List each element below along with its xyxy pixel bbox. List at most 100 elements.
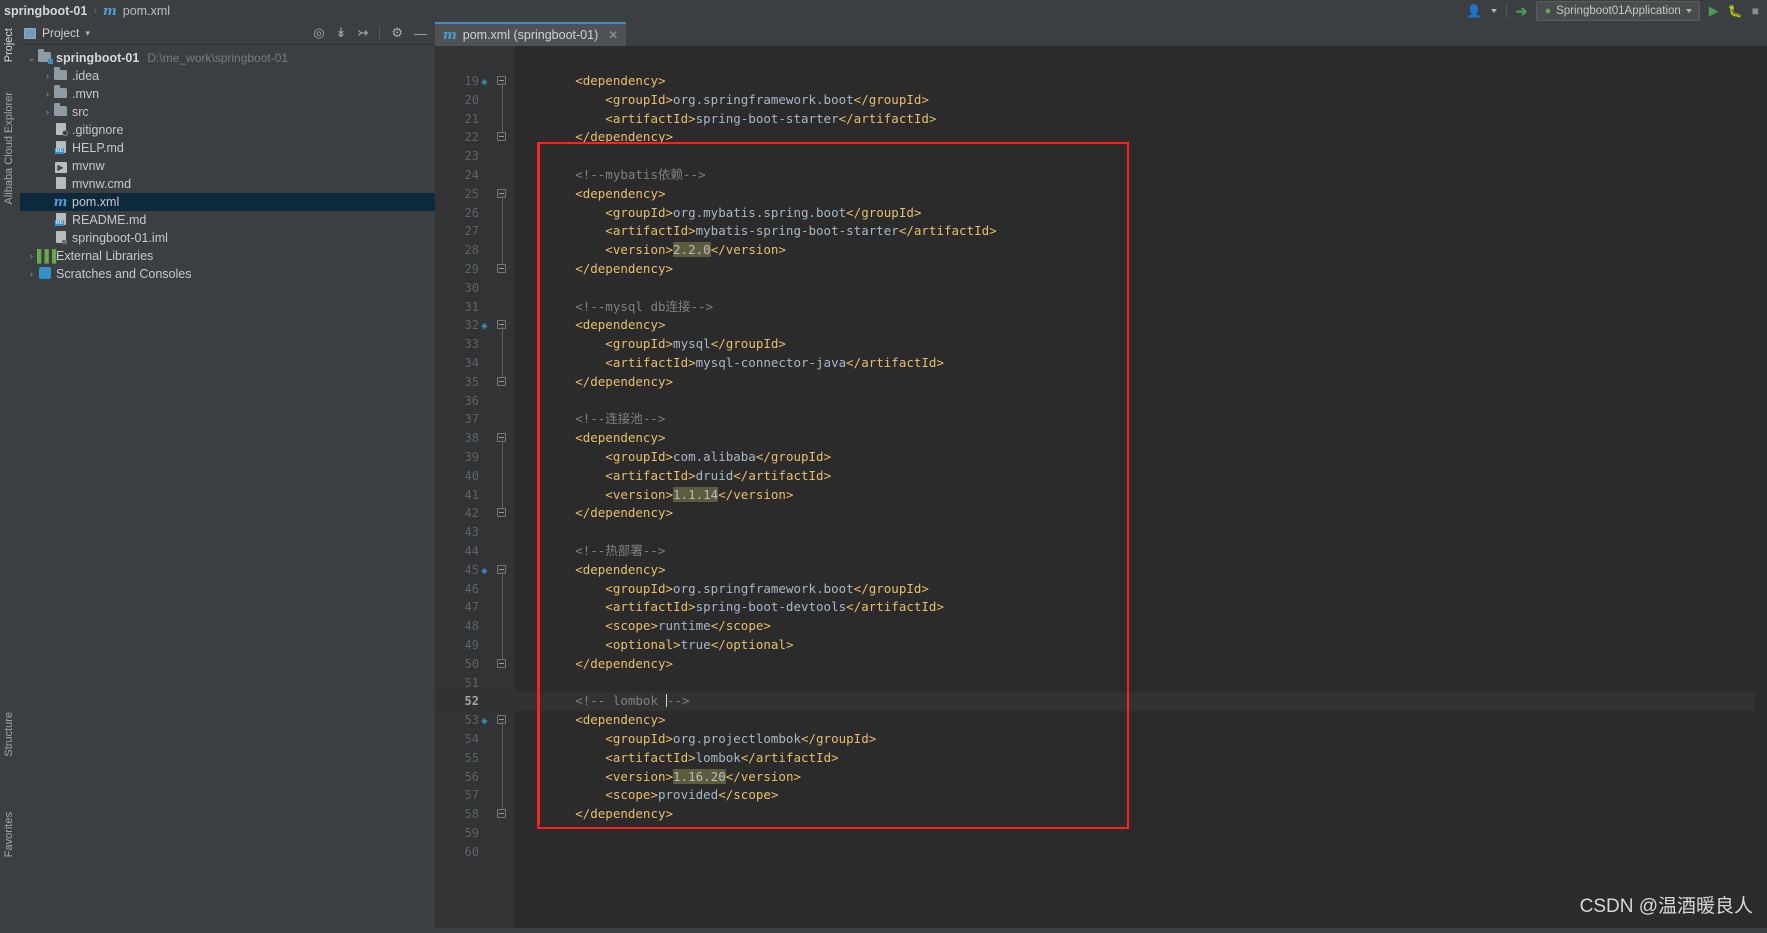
code-line[interactable]: <scope>runtime</scope> [515,617,771,636]
code-line[interactable]: <!--mysql db连接--> [515,298,713,317]
code-folding-gutter[interactable] [493,46,515,928]
fold-end-icon[interactable] [497,809,508,820]
fold-connector-line [502,439,503,509]
chevron-right-icon[interactable]: › [42,107,53,117]
tree-item-path: D:\me_work\springboot-01 [147,51,289,65]
code-line[interactable]: <version>2.2.0</version> [515,241,786,260]
project-panel-header: Project ▾ ◎ ↡ ↣ ⚙ — [20,22,435,45]
tree-item-external-libraries[interactable]: › ▌▌▌ External Libraries [20,247,435,265]
line-number: 55 [464,750,479,765]
code-line[interactable]: <version>1.16.20</version> [515,768,801,787]
hide-window-icon[interactable]: — [414,26,427,41]
code-editor[interactable]: 19 ◈ <dependency> 20 <groupId>org.springfr… [435,46,1767,928]
fold-end-icon[interactable] [497,264,508,275]
spring-bean-gutter-icon[interactable]: ◈ [481,75,493,88]
code-line[interactable]: <artifactId>spring-boot-starter</artifac… [515,110,936,129]
breadcrumb-file[interactable]: pom.xml [123,4,170,18]
stripe-item-favorites[interactable]: Favorites [3,812,15,857]
code-line[interactable]: <optional>true</optional> [515,636,793,655]
tree-item--gitignore[interactable]: .gitignore [20,121,435,139]
chevron-right-icon[interactable]: › [26,251,37,261]
code-line[interactable]: <groupId>mysql</groupId> [515,335,786,354]
code-line[interactable]: <version>1.1.14</version> [515,486,793,505]
code-line[interactable]: <groupId>org.springframework.boot</group… [515,580,929,599]
code-line[interactable]: <artifactId>spring-boot-devtools</artifa… [515,598,944,617]
expand-all-icon[interactable]: ↡ [336,25,347,41]
tree-item-label: External Libraries [56,249,154,263]
fold-end-icon[interactable] [497,132,508,143]
code-line[interactable]: <artifactId>druid</artifactId> [515,467,831,486]
project-title-group[interactable]: Project ▾ [24,26,90,40]
tree-item-scratches-and-consoles[interactable]: › Scratches and Consoles [20,265,435,283]
breadcrumb-project[interactable]: springboot-01 [4,4,87,18]
run-configuration-selector[interactable]: ● Springboot01Application [1536,1,1700,21]
cmd-file-icon [55,176,66,189]
code-line[interactable]: <!--mybatis依赖--> [515,166,705,185]
project-tool-window: Project ▾ ◎ ↡ ↣ ⚙ — ⌄ springboot-01 D:\me_… [20,22,435,933]
fold-end-icon[interactable] [497,658,508,670]
chevron-right-icon[interactable]: › [42,71,53,81]
line-number: 49 [464,638,479,652]
code-line[interactable]: <artifactId>lombok</artifactId> [515,749,838,768]
line-number: 45 [464,562,479,577]
stop-button[interactable]: ■ [1752,4,1759,18]
run-config-chevron-down-icon[interactable] [1685,9,1692,13]
maven-file-icon: m [103,3,117,19]
tree-item-springboot-01-iml[interactable]: springboot-01.iml [20,229,435,247]
breadcrumb: springboot-01 › m pom.xml [0,4,170,19]
collapse-all-icon[interactable]: ↣ [357,25,368,41]
build-hammer-icon[interactable]: ➔ [1516,3,1528,20]
line-number: 29 [464,262,479,276]
tree-item-pom-xml[interactable]: m pom.xml [20,193,435,211]
editor-scrollbar[interactable] [1755,46,1767,928]
tree-item-mvnw[interactable]: ▶ mvnw [20,157,435,175]
folder-icon [54,85,67,98]
tree-item--idea[interactable]: › .idea [20,67,435,85]
code-line[interactable]: <!-- lombok --> [515,692,689,711]
spring-bean-gutter-icon[interactable]: ◈ [481,319,493,332]
code-line[interactable]: <groupId>org.mybatis.spring.boot</groupI… [515,204,921,223]
project-tree[interactable]: ⌄ springboot-01 D:\me_work\springboot-01 ›.… [20,45,435,933]
tree-item-readme-md[interactable]: README.md [20,211,435,229]
code-line[interactable]: <dependency> [515,72,665,91]
code-line[interactable]: <groupId>com.alibaba</groupId> [515,448,831,467]
person-icon[interactable]: 👤 [1467,4,1482,18]
spring-bean-gutter-icon[interactable]: ◈ [481,714,493,727]
tree-item-label: src [72,105,89,119]
code-line[interactable]: <groupId>org.springframework.boot</group… [515,91,929,110]
fold-end-icon[interactable] [497,376,508,388]
tree-item-springboot-01[interactable]: ⌄ springboot-01 D:\me_work\springboot-01 [20,49,435,67]
settings-gear-icon[interactable]: ⚙ [391,25,403,41]
code-line[interactable]: <artifactId>mybatis-spring-boot-starter<… [515,222,996,241]
run-button[interactable]: ▶ [1709,3,1719,19]
spring-bean-gutter-icon[interactable]: ◈ [481,564,493,577]
chevron-right-icon[interactable]: › [42,89,53,99]
code-line[interactable]: <artifactId>mysql-connector-java</artifa… [515,354,944,373]
line-number: 46 [464,581,479,596]
line-number: 54 [464,732,479,746]
tree-item--mvn[interactable]: › .mvn [20,85,435,103]
tree-item-mvnw-cmd[interactable]: mvnw.cmd [20,175,435,193]
line-number: 48 [464,619,479,634]
watermark: CSDN @温酒暖良人 [1579,896,1753,917]
line-number: 34 [464,356,479,370]
navigation-bar: springboot-01 › m pom.xml 👤 ➔ ● Springbo… [0,0,1767,22]
locate-icon[interactable]: ◎ [313,25,324,41]
chevron-down-icon[interactable] [1490,9,1497,13]
chevron-right-icon[interactable]: › [26,269,37,279]
stripe-item-structure[interactable]: Structure [3,712,15,757]
project-title-chevron-down-icon[interactable]: ▾ [85,28,90,39]
line-number: 21 [464,111,479,126]
editor-tab-pom-xml[interactable]: m pom.xml (springboot-01) ✕ [435,22,627,46]
fold-end-icon[interactable] [497,508,508,519]
stripe-item-project[interactable]: Project [3,28,15,62]
code-line[interactable]: <scope>provided</scope> [515,786,778,805]
debug-button[interactable]: 🐛 [1728,4,1743,18]
folder-icon [54,67,67,80]
code-line[interactable]: <groupId>org.projectlombok</groupId> [515,730,876,749]
tree-item-src[interactable]: › src [20,103,435,121]
close-icon[interactable]: ✕ [608,28,618,42]
stripe-item-alibaba-cloud-explorer[interactable]: Alibaba Cloud Explorer [3,92,15,205]
tree-item-help-md[interactable]: HELP.md [20,139,435,157]
chevron-down-icon[interactable]: ⌄ [26,53,37,64]
